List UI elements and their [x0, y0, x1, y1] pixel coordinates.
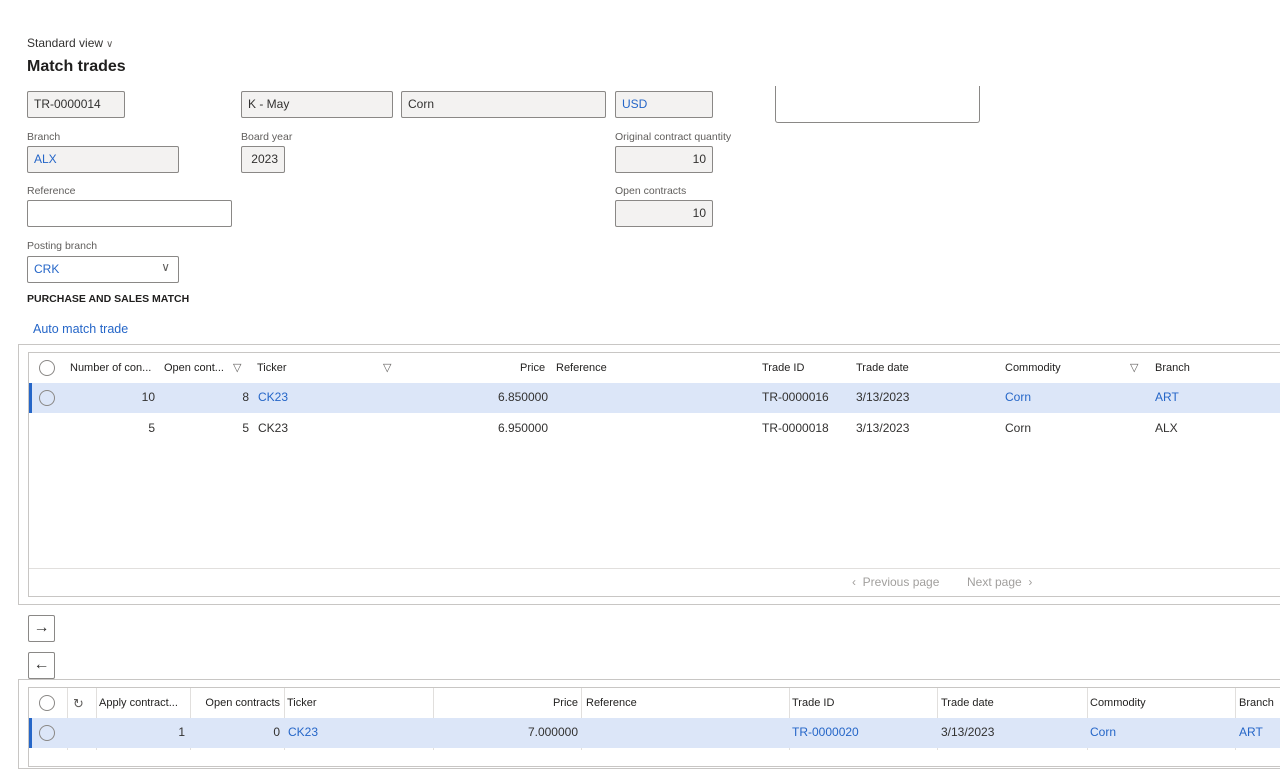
cell-trade-date: 3/13/2023: [856, 421, 910, 435]
chevron-right-icon: ›: [1028, 575, 1033, 589]
view-selector[interactable]: Standard view ∨: [27, 36, 113, 50]
select-all-radio[interactable]: [39, 360, 55, 376]
branch-label: Branch: [27, 131, 61, 143]
cell-price: 6.950000: [497, 421, 548, 435]
chevron-left-icon: ‹: [852, 575, 856, 589]
page-title: Match trades: [27, 58, 126, 75]
posting-branch-select[interactable]: CRK ∨: [27, 256, 179, 283]
col-reference[interactable]: Reference: [586, 697, 637, 709]
col-trade-id[interactable]: Trade ID: [792, 697, 834, 709]
cell-open: 5: [242, 421, 249, 435]
posting-branch-label: Posting branch: [27, 240, 98, 252]
col-trade-date[interactable]: Trade date: [856, 362, 909, 374]
cell-branch[interactable]: ART: [1155, 390, 1179, 404]
filter-icon[interactable]: ▽: [233, 361, 241, 374]
cell-ticker[interactable]: CK23: [288, 725, 318, 739]
col-branch[interactable]: Branch: [1239, 697, 1274, 709]
month-field[interactable]: K - May: [241, 91, 393, 118]
chevron-down-icon: ∨: [161, 260, 170, 274]
auto-match-trade-button[interactable]: Auto match trade: [33, 322, 128, 336]
cell-branch: ALX: [1155, 421, 1178, 435]
cell-branch[interactable]: ART: [1239, 725, 1263, 739]
cell-number: 5: [148, 421, 155, 435]
cell-apply[interactable]: 1: [99, 725, 185, 739]
move-right-button[interactable]: →: [28, 615, 55, 642]
next-page-button[interactable]: Next page ›: [967, 575, 1032, 589]
col-open-contracts[interactable]: Open cont...: [164, 362, 224, 374]
cell-trade-date: 3/13/2023: [941, 725, 995, 739]
section-title: PURCHASE AND SALES MATCH: [27, 293, 190, 305]
col-open-contracts[interactable]: Open contracts: [192, 697, 280, 709]
branch-field[interactable]: ALX: [27, 146, 179, 173]
cell-ticker: CK23: [258, 421, 289, 435]
col-price[interactable]: Price: [540, 697, 578, 709]
cell-trade-id: TR-0000018: [762, 421, 829, 435]
pager-divider: [29, 568, 1280, 569]
cell-trade-id[interactable]: TR-0000020: [792, 725, 859, 739]
posting-branch-value: CRK: [34, 262, 60, 276]
col-apply-contracts[interactable]: Apply contract...: [99, 697, 178, 709]
arrow-left-icon: ←: [33, 656, 50, 673]
row-selected-indicator: [29, 383, 32, 413]
col-trade-date[interactable]: Trade date: [941, 697, 994, 709]
col-commodity[interactable]: Commodity: [1005, 362, 1061, 374]
cell-open: 8: [242, 390, 249, 404]
move-left-button[interactable]: ←: [28, 652, 55, 679]
reference-input[interactable]: [27, 200, 232, 227]
original-qty-field[interactable]: 10: [615, 146, 713, 173]
cell-open: 0: [273, 725, 280, 739]
board-year-label: Board year: [241, 131, 293, 143]
row-selected-indicator: [29, 718, 32, 748]
refresh-icon[interactable]: ↻: [73, 696, 84, 712]
cell-commodity: Corn: [1005, 421, 1032, 435]
col-commodity[interactable]: Commodity: [1090, 697, 1146, 709]
currency-field[interactable]: USD: [615, 91, 713, 118]
notes-box[interactable]: [775, 86, 980, 123]
col-reference[interactable]: Reference: [556, 362, 607, 374]
col-number-of-contracts[interactable]: Number of con...: [70, 362, 151, 374]
filter-icon[interactable]: ▽: [383, 361, 391, 374]
original-qty-label: Original contract quantity: [615, 131, 732, 143]
row-select-radio[interactable]: [39, 390, 55, 406]
cell-price: 6.850000: [497, 390, 548, 404]
arrow-right-icon: →: [33, 619, 50, 636]
next-page-label: Next page: [967, 575, 1022, 589]
cell-commodity[interactable]: Corn: [1090, 725, 1116, 739]
col-branch[interactable]: Branch: [1155, 362, 1190, 374]
open-contracts-label: Open contracts: [615, 185, 687, 197]
open-contracts-field[interactable]: 10: [615, 200, 713, 227]
col-price[interactable]: Price: [520, 362, 545, 374]
chevron-down-icon: ∨: [106, 39, 114, 50]
previous-page-button[interactable]: ‹ Previous page: [852, 575, 939, 589]
previous-page-label: Previous page: [862, 575, 940, 589]
select-all-radio[interactable]: [39, 695, 55, 711]
col-ticker[interactable]: Ticker: [287, 697, 317, 709]
commodity-field[interactable]: Corn: [401, 91, 606, 118]
board-year-field[interactable]: 2023: [241, 146, 285, 173]
cell-commodity[interactable]: Corn: [1005, 390, 1031, 404]
cell-ticker[interactable]: CK23: [258, 390, 288, 404]
reference-label: Reference: [27, 185, 76, 197]
col-trade-id[interactable]: Trade ID: [762, 362, 804, 374]
row-select-radio[interactable]: [39, 725, 55, 741]
filter-icon[interactable]: ▽: [1130, 361, 1138, 374]
view-selector-label: Standard view: [27, 36, 104, 50]
trade-id-field[interactable]: TR-0000014: [27, 91, 125, 118]
cell-number: 10: [141, 390, 155, 404]
cell-trade-date: 3/13/2023: [856, 390, 910, 404]
col-ticker[interactable]: Ticker: [257, 362, 287, 374]
cell-trade-id: TR-0000016: [762, 390, 829, 404]
cell-price: 7.000000: [527, 725, 578, 739]
